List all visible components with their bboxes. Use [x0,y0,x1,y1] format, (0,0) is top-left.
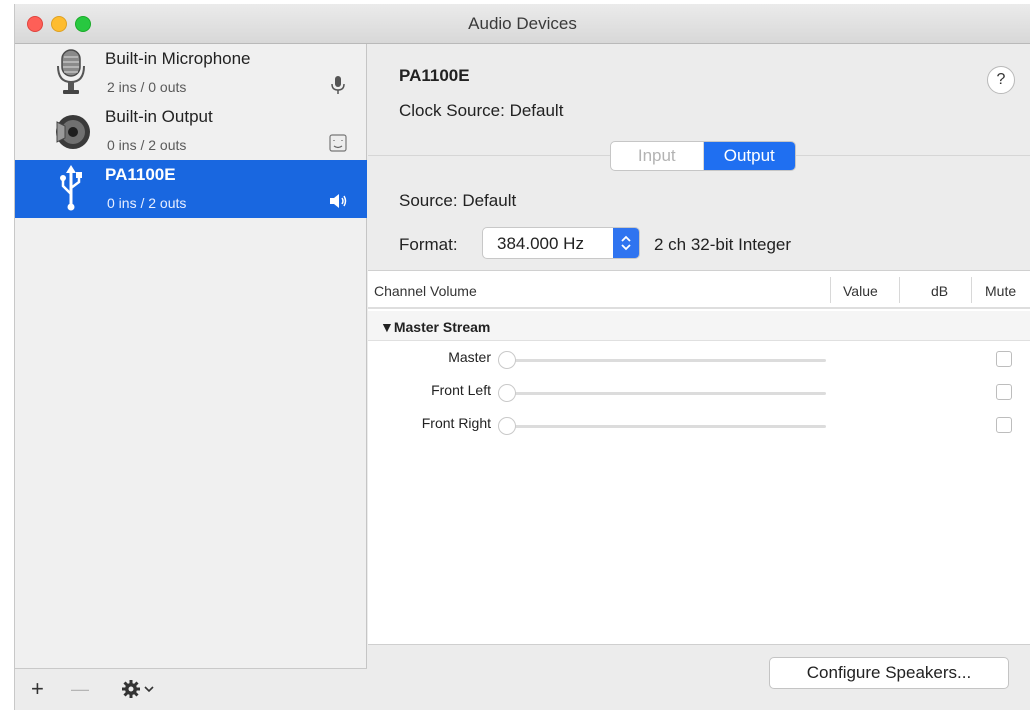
format-rate-value: 384.000 Hz [497,234,584,253]
format-description: 2 ch 32-bit Integer [654,235,792,254]
gear-icon [121,679,157,704]
volume-slider-knob[interactable] [498,417,516,435]
clock-source-value: Default [509,101,564,120]
clock-source: Clock Source: Default [399,101,563,121]
master-stream-group[interactable]: ▼Master Stream [368,311,1030,341]
mic-indicator-icon [327,74,349,96]
device-name: PA1100E [105,165,176,184]
format-rate-select[interactable]: 384.000 Hz [482,227,640,259]
channel-volume-table: Channel Volume Value dB Mute ▼Master Str… [368,270,1030,644]
table-header: Channel Volume Value dB Mute [368,271,1030,309]
mute-checkbox[interactable] [996,384,1012,400]
channel-label: Front Right [421,415,491,431]
clock-source-label: Clock Source: [399,101,505,120]
format-label: Format: [399,235,458,254]
column-divider [971,277,972,303]
mute-checkbox[interactable] [996,417,1012,433]
channel-label: Front Left [431,382,491,398]
volume-slider-knob[interactable] [498,351,516,369]
volume-slider-track[interactable] [508,425,826,428]
column-divider [830,277,831,303]
device-title: PA1100E [399,66,470,85]
device-io: 0 ins / 2 outs [107,137,187,153]
device-name: Built-in Microphone [105,49,251,68]
device-header: PA1100E Clock Source: Default ? [368,44,1030,156]
mute-checkbox[interactable] [996,351,1012,367]
table-row: Master [368,343,1030,373]
device-item-built-in-microphone[interactable]: Built-in Microphone 2 ins / 0 outs [15,44,367,102]
input-output-segmented-control: Input Output [610,141,796,171]
volume-slider-track[interactable] [508,359,826,362]
device-detail-pane: PA1100E Clock Source: Default ? Input Ou… [368,44,1030,710]
add-device-button[interactable]: + [31,677,44,701]
column-divider [899,277,900,303]
usb-icon [51,164,91,212]
speaker-icon [51,106,91,154]
device-sidebar: Built-in Microphone 2 ins / 0 outs Built… [15,44,367,710]
table-row: Front Left [368,376,1030,406]
bottom-bar: Configure Speakers... [368,644,1030,710]
tab-input[interactable]: Input [611,142,704,170]
device-io: 0 ins / 2 outs [107,195,187,211]
column-mute[interactable]: Mute [985,283,1016,299]
audio-devices-window: Audio Devices Built-in Microphone 2 ins … [14,4,1030,710]
volume-icon [327,190,349,212]
device-item-built-in-output[interactable]: Built-in Output 0 ins / 2 outs [15,102,367,160]
source-value: Default [462,191,517,210]
remove-device-button[interactable]: — [71,677,89,701]
tab-output[interactable]: Output [703,142,795,170]
table-row: Front Right [368,409,1030,439]
title-bar: Audio Devices [15,4,1030,44]
source-label: Source: [399,191,458,210]
configure-speakers-button[interactable]: Configure Speakers... [769,657,1009,689]
source-row: Source: Default [399,191,516,211]
channel-label: Master [448,349,491,365]
device-io: 2 ins / 0 outs [107,79,187,95]
chevron-updown-icon [613,228,639,258]
device-item-pa1100e[interactable]: PA1100E 0 ins / 2 outs [15,160,367,218]
volume-slider-knob[interactable] [498,384,516,402]
gear-menu-button[interactable] [121,679,157,704]
device-name: Built-in Output [105,107,213,126]
microphone-icon [51,48,91,96]
sidebar-footer: + — [15,668,367,710]
column-value[interactable]: Value [843,283,878,299]
volume-slider-track[interactable] [508,392,826,395]
group-label: ▼Master Stream [380,319,491,335]
finder-icon [327,132,349,154]
column-db[interactable]: dB [931,283,948,299]
window-title: Audio Devices [468,14,577,33]
help-button[interactable]: ? [987,66,1015,94]
column-channel-volume[interactable]: Channel Volume [374,283,477,299]
